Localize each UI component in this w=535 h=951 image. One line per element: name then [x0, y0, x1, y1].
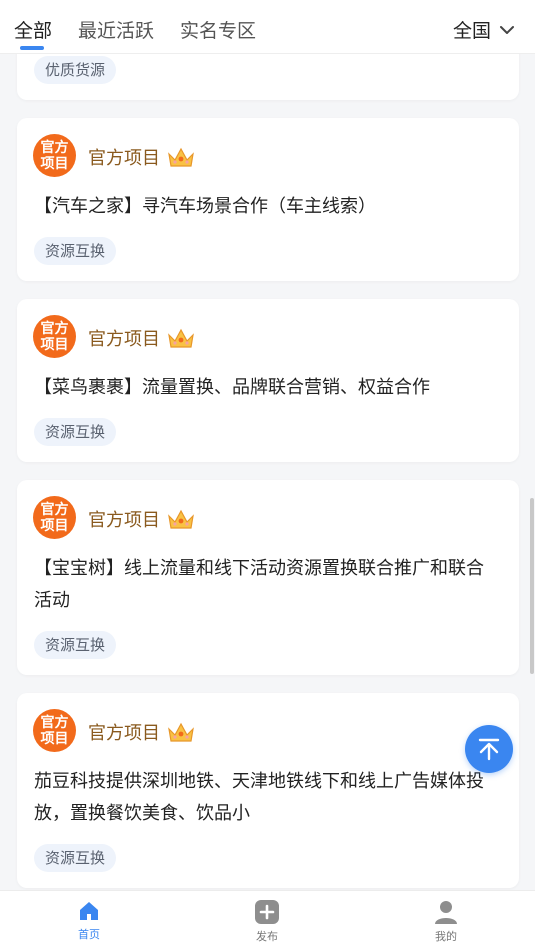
crown-icon — [168, 509, 194, 529]
add-icon — [255, 900, 279, 924]
category-tag: 资源互换 — [34, 237, 117, 265]
author-name: 官方项目 — [88, 325, 196, 351]
home-icon — [80, 902, 98, 920]
official-badge: 官方项目 — [33, 134, 76, 177]
scrollbar[interactable] — [530, 498, 534, 674]
author-label: 官方项目 — [88, 510, 160, 531]
tab-recently-active[interactable]: 最近活跃 — [78, 16, 154, 43]
nav-mine-label: 我的 — [435, 930, 457, 943]
author-label: 官方项目 — [88, 329, 160, 350]
list-item[interactable]: 官方项目 官方项目 【汽车之家】寻汽车场景合作（车主线索） 资源互换 — [17, 118, 519, 281]
official-badge: 官方项目 — [33, 496, 76, 539]
arrow-up-icon — [478, 738, 500, 761]
author-name: 官方项目 — [88, 719, 196, 745]
card-title: 【汽车之家】寻汽车场景合作（车主线索） — [34, 196, 376, 217]
category-tag: 优质货源 — [34, 56, 117, 84]
author-name: 官方项目 — [88, 144, 196, 170]
official-badge: 官方项目 — [33, 709, 76, 752]
tab-verified-zone[interactable]: 实名专区 — [180, 16, 256, 43]
author-label: 官方项目 — [88, 148, 160, 169]
feed-list: 优质货源 官方项目 官方项目 【汽车之家】寻汽车场景合作（车主线索） 资源互换 … — [0, 0, 535, 890]
tab-all[interactable]: 全部 — [14, 16, 52, 43]
back-to-top-button[interactable] — [465, 725, 513, 773]
nav-mine[interactable]: 我的 — [406, 899, 486, 944]
author-name: 官方项目 — [88, 506, 196, 532]
nav-publish-label: 发布 — [256, 930, 278, 943]
region-label: 全国 — [452, 20, 491, 42]
card-title: 【宝宝树】线上流量和线下活动资源置换联合推广和联合活动 — [34, 558, 484, 611]
active-tab-indicator — [20, 46, 44, 50]
list-item[interactable]: 官方项目 官方项目 【菜鸟裹裹】流量置换、品牌联合营销、权益合作 资源互换 — [17, 299, 519, 462]
region-selector[interactable]: 全国 — [453, 16, 515, 43]
crown-icon — [168, 722, 194, 742]
list-item[interactable]: 官方项目 官方项目 【宝宝树】线上流量和线下活动资源置换联合推广和联合活动 资源… — [17, 480, 519, 675]
category-tag: 资源互换 — [34, 631, 117, 659]
official-badge: 官方项目 — [33, 315, 76, 358]
author-label: 官方项目 — [88, 723, 160, 744]
nav-publish[interactable]: 发布 — [227, 899, 307, 944]
chevron-down-icon — [500, 25, 514, 34]
top-tab-bar: 全部 最近活跃 实名专区 全国 — [0, 0, 535, 54]
bottom-navigation: 首页 发布 我的 — [0, 890, 535, 951]
crown-icon — [168, 147, 194, 167]
nav-home-label: 首页 — [78, 928, 100, 941]
crown-icon — [168, 328, 194, 348]
category-tag: 资源互换 — [34, 418, 117, 446]
card-title: 茄豆科技提供深圳地铁、天津地铁线下和线上广告媒体投放，置换餐饮美食、饮品小 — [34, 771, 484, 824]
user-icon — [435, 901, 457, 924]
nav-home[interactable]: 首页 — [49, 899, 129, 942]
list-item[interactable]: 官方项目 官方项目 茄豆科技提供深圳地铁、天津地铁线下和线上广告媒体投放，置换餐… — [17, 693, 519, 888]
category-tag: 资源互换 — [34, 844, 117, 872]
card-title: 【菜鸟裹裹】流量置换、品牌联合营销、权益合作 — [34, 377, 430, 398]
